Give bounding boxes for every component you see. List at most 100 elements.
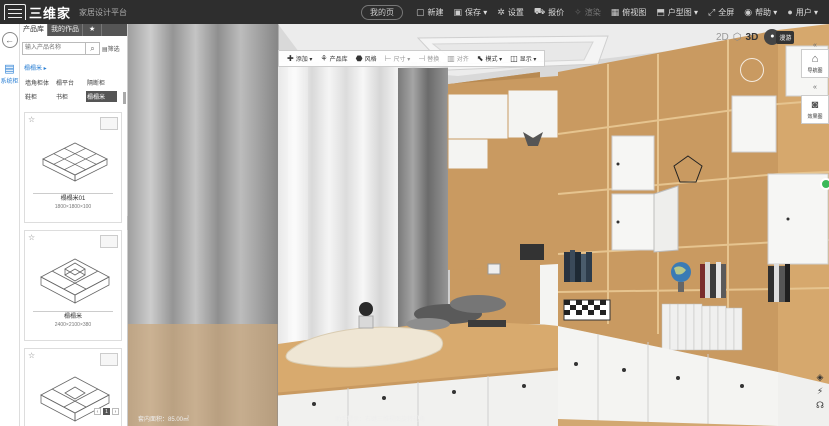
bottom-right-tools: ◈ ⚡ ☊ [812,372,828,411]
quote-button[interactable]: ⛟ 报价 [529,6,569,18]
align-icon: ▥ [447,54,455,63]
fullscreen-button[interactable]: ⤢ 全屏 [703,6,739,18]
view-3d-button[interactable]: 3D [744,32,761,43]
category-title[interactable]: 榻榻米 ▸ [24,63,127,72]
style-tool[interactable]: ⬣ 风格 [352,54,381,63]
floorplan-button-label: 户型图 ▾ [667,7,698,17]
add-tool[interactable]: ✚ 添加 ▾ [283,54,316,63]
rail-item-system-cabinet[interactable]: ▤ 系统柜 [0,62,19,85]
category-item[interactable]: 书柜 [55,91,86,102]
favorite-star-icon[interactable]: ☆ [28,115,35,124]
library-tool[interactable]: ⚘ 产品库 [316,54,351,63]
area-status: 套内面积：85.00㎡ [138,417,190,423]
category-grid: 墙角柜体 榻平台 隔断柜鞋柜 书柜 榻榻米 [24,77,117,102]
render-icon: ✧ [574,6,582,17]
view-2d-button[interactable]: 2D [714,32,731,43]
favorite-star-icon[interactable]: ☆ [28,351,35,360]
mode-tool[interactable]: ⬉ 模式 ▾ [473,54,506,63]
filter-button[interactable]: ▤筛选 [102,44,120,53]
product-dimensions: 2400×2100×380 [54,322,92,328]
product-card[interactable]: ☆ 榻榻米01 1800×1800×100 [24,112,122,223]
new-button[interactable]: ▢ 新建 [411,6,449,18]
room-render [128,24,829,426]
camera-compass[interactable] [740,58,764,82]
tab-my-works[interactable]: 我的作品 [48,24,83,36]
logo[interactable]: 三维家 家居设计平台 [0,0,127,24]
replace-tool-label: 替换 [427,57,440,63]
tatami-platform-icon [40,258,110,304]
favorite-star-icon[interactable]: ☆ [28,233,35,242]
roam-button[interactable]: 漫游 [776,30,795,44]
camera-icon: ◙ [811,99,819,111]
settings-button[interactable]: ✲ 设置 [492,6,529,18]
category-item[interactable]: 隔断柜 [86,77,117,88]
top-actions: 我的页 ▢ 新建 ▣ 保存 ▾ ✲ 设置 ⛟ 报价 ✧ 渲染 ▦ 俯视图 ⬒ 户型图 ▾ ⤢ 全屏 ◉ 帮助 ▾ ●… [361,0,823,24]
dock-render-image[interactable]: ◙ 效果图 [801,95,829,124]
topview-button[interactable]: ▦ 俯视图 [606,6,652,18]
panel-tabs: 产品库 我的作品 ★ [20,24,127,36]
help-button[interactable]: ◉ 帮助 ▾ [739,6,782,18]
action-list: ▢ 新建 ▣ 保存 ▾ ✲ 设置 ⛟ 报价 ✧ 渲染 ▦ 俯视图 ⬒ 户型图 ▾ ⤢ 全屏 ◉ 帮助 ▾ ● 用户 ▾ [411,6,823,18]
render-button[interactable]: ✧ 渲染 [569,6,606,18]
add-icon: ✚ [287,54,294,63]
align-tool[interactable]: ▥ 对齐 [443,54,473,63]
category-item[interactable]: 鞋柜 [24,91,55,102]
pager-next[interactable]: › [112,408,119,415]
display-tool[interactable]: ◫ 显示 ▾ [506,54,540,63]
3d-viewport[interactable]: ✚ 添加 ▾ ⚘ 产品库 ⬣ 风格 ⊢ 尺寸 ▾ ⊣ 替换 ▥ 对齐 ⬉ 模式 ▾ ◫ 显示 ▾ 2D ⬡ 3… [128,24,829,426]
save-button[interactable]: ▣ 保存 ▾ [449,6,493,18]
dimension-tool[interactable]: ⊢ 尺寸 ▾ [381,54,415,63]
library-icon: ⚘ [320,54,328,63]
display-icon: ◫ [510,54,518,63]
search-input[interactable] [22,41,86,55]
headset-icon[interactable]: ☊ [812,400,828,411]
catalog-panel: 产品库 我的作品 ★ ⌕ ▤筛选 榻榻米 ▸ 墙角柜体榻平台隔断柜鞋柜书柜榻榻米… [20,24,128,426]
left-rail: ← ▤ 系统柜 [0,24,20,426]
rail-item-label: 系统柜 [0,79,19,85]
library-tool-label: 产品库 [329,57,348,63]
dock-collapse-arrow[interactable]: « [801,42,829,49]
tab-favorites-star-icon[interactable]: ★ [83,24,103,36]
my-page-button[interactable]: 我的页 [361,4,404,20]
save-icon: ▣ [453,6,463,17]
assistant-hint: 助手提示：右键三维视图旋转视角 [335,417,426,423]
online-status-indicator[interactable] [820,178,829,190]
product-name: 榻榻米01 [60,196,86,202]
product-cards: ☆ 榻榻米01 1800×1800×100 ☆ 榻榻米 2400×2100×38… [24,112,122,426]
dock-collapse-arrow[interactable]: « [801,84,829,91]
dock-navigation-map[interactable]: ⌂ 导航图 [801,49,829,78]
floorplan-icon: ⬒ [656,6,665,17]
category-item[interactable]: 榻榻米 [86,91,117,102]
align-tool-label: 对齐 [456,57,469,63]
settings-icon: ✲ [497,6,505,17]
right-dock: « ⌂ 导航图 « ◙ 效果图 [801,42,829,148]
lightning-icon[interactable]: ⚡ [812,386,828,397]
category-item[interactable]: 墙角柜体 [24,77,55,88]
product-card[interactable]: ☆ 榻榻米 2400×2100×380 [24,230,122,341]
tab-product-library[interactable]: 产品库 [20,24,48,36]
replace-icon: ⊣ [418,54,426,63]
dock-label: 效果图 [807,114,823,120]
category-item[interactable]: 榻平台 [55,77,86,88]
replace-tool[interactable]: ⊣ 替换 [414,54,443,63]
fullscreen-button-label: 全屏 [718,7,735,17]
add-tool-label: 添加 ▾ [295,57,313,63]
cabinet-icon: ▤ [4,63,15,75]
topview-button-label: 俯视图 [622,7,647,17]
search-icon[interactable]: ⌕ [86,41,100,55]
logo-subtitle: 家居设计平台 [79,7,128,17]
panel-scrollbar[interactable] [123,92,126,104]
pager-prev[interactable]: ‹ [94,408,101,415]
user-button[interactable]: ● 用户 ▾ [782,6,823,18]
product-name: 榻榻米 [63,314,82,320]
tatami-grid-icon [42,142,108,182]
tatami-platform-icon [40,376,110,422]
search-row: ⌕ ▤筛选 [22,41,125,55]
help-icon: ◉ [744,6,753,17]
pager-page[interactable]: 1 [103,408,110,415]
model-icon[interactable]: ◈ [812,372,828,383]
back-arrow-icon[interactable]: ← [1,32,18,48]
mode-tool-label: 模式 ▾ [485,57,503,63]
floorplan-button[interactable]: ⬒ 户型图 ▾ [651,6,703,18]
mode-icon: ⬉ [476,54,484,63]
